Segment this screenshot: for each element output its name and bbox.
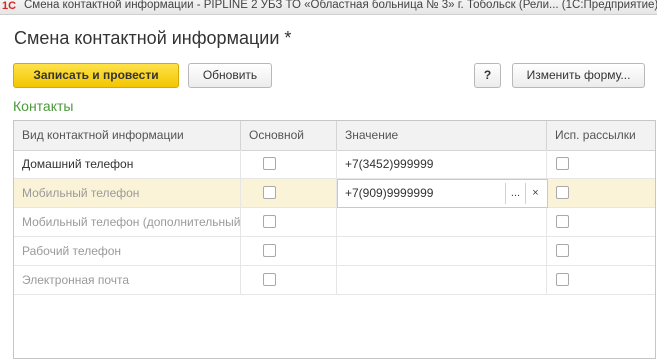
customize-form-button[interactable]: Изменить форму...	[512, 63, 645, 88]
table-row[interactable]: Домашний телефон +7(3452)999999	[14, 150, 655, 179]
mailing-checkbox[interactable]	[556, 273, 569, 286]
mailing-cell	[547, 266, 657, 294]
mailing-checkbox[interactable]	[556, 244, 569, 257]
column-header-value[interactable]: Значение	[337, 121, 547, 150]
mailing-cell	[547, 179, 657, 207]
table-row[interactable]: Электронная почта	[14, 266, 655, 295]
mailing-cell	[547, 208, 657, 236]
main-cell	[241, 208, 337, 236]
main-checkbox[interactable]	[263, 215, 276, 228]
table-header: Вид контактной информации Основной Значе…	[14, 121, 655, 151]
main-checkbox[interactable]	[263, 157, 276, 170]
main-checkbox[interactable]	[263, 273, 276, 286]
table-row[interactable]: Мобильный телефон (дополнительный)	[14, 208, 655, 237]
contact-type-cell[interactable]: Домашний телефон	[14, 150, 241, 178]
main-cell	[241, 179, 337, 207]
clear-icon[interactable]: ×	[525, 183, 545, 204]
post-button[interactable]: Записать и провести	[13, 63, 179, 88]
column-header-type[interactable]: Вид контактной информации	[14, 121, 241, 150]
mailing-checkbox[interactable]	[556, 215, 569, 228]
contacts-group-title: Контакты	[13, 98, 74, 114]
value-input-text: +7(909)9999999	[345, 186, 434, 200]
value-input[interactable]: +7(909)9999999 ... ×	[337, 179, 548, 208]
column-header-mailing[interactable]: Исп. рассылки	[547, 121, 657, 150]
value-cell[interactable]: +7(3452)999999	[337, 150, 547, 178]
main-checkbox[interactable]	[263, 186, 276, 199]
value-cell[interactable]	[337, 237, 547, 265]
table-row[interactable]: Рабочий телефон	[14, 237, 655, 266]
main-cell	[241, 266, 337, 294]
table-row-selected[interactable]: Мобильный телефон +7(909)9999999 ... ×	[14, 179, 655, 208]
main-cell	[241, 237, 337, 265]
help-button[interactable]: ?	[474, 63, 501, 88]
refresh-button[interactable]: Обновить	[188, 63, 272, 88]
mailing-cell	[547, 150, 657, 178]
contacts-table: Вид контактной информации Основной Значе…	[13, 120, 656, 359]
select-button[interactable]: ...	[505, 183, 525, 204]
mailing-checkbox[interactable]	[556, 186, 569, 199]
value-cell[interactable]	[337, 208, 547, 236]
mailing-cell	[547, 237, 657, 265]
column-header-main[interactable]: Основной	[241, 121, 337, 150]
main-checkbox[interactable]	[263, 244, 276, 257]
main-cell	[241, 150, 337, 178]
mailing-checkbox[interactable]	[556, 157, 569, 170]
value-cell[interactable]	[337, 266, 547, 294]
contact-type-cell[interactable]: Мобильный телефон (дополнительный)	[14, 208, 241, 236]
contact-type-cell[interactable]: Электронная почта	[14, 266, 241, 294]
window-titlebar: 1С Смена контактной информации - PIPLINE…	[0, 0, 657, 15]
window-title: Смена контактной информации - PIPLINE 2 …	[24, 0, 657, 11]
contact-type-cell[interactable]: Мобильный телефон	[14, 179, 241, 207]
contact-type-cell[interactable]: Рабочий телефон	[14, 237, 241, 265]
form-title: Смена контактной информации *	[14, 28, 292, 48]
app-logo-icon: 1С	[1, 0, 17, 12]
